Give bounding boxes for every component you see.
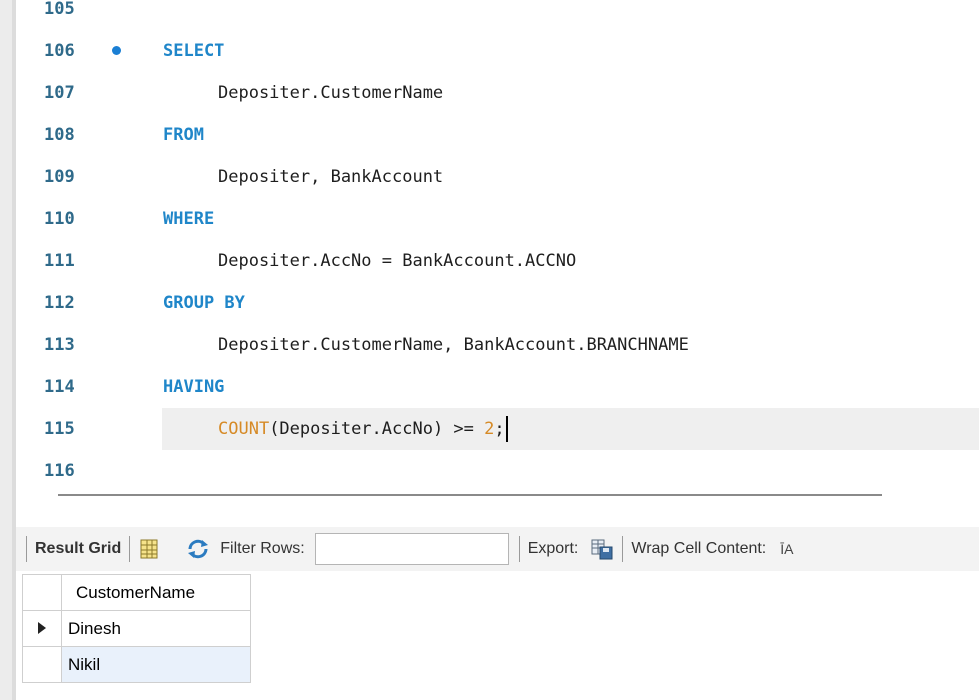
export-icon[interactable] [590,538,613,560]
column-header[interactable]: CustomerName [61,574,251,611]
toolbar-separator [26,536,27,562]
wrap-cell-label: Wrap Cell Content: [631,540,767,557]
result-grid-tab[interactable]: Result Grid [35,540,121,558]
grid-corner-cell[interactable] [22,574,62,611]
left-gutter-bar [0,0,16,700]
code-text: FROM [163,114,204,156]
code-line[interactable]: 112 GROUP BY [16,282,979,324]
code-token: GROUP BY [163,293,245,313]
code-line[interactable]: 115 COUNT(Depositer.AccNo) >= 2; [16,408,979,450]
result-grid: CustomerName Dinesh Nikil [22,574,251,683]
toolbar-separator [622,536,624,562]
code-token: HAVING [163,377,225,397]
line-number: 107 [44,83,75,103]
code-text: HAVING [163,366,224,408]
code-line[interactable]: 107 Depositer.CustomerName [16,72,979,114]
line-number: 113 [44,335,75,355]
row-header[interactable] [22,610,62,647]
line-number: 105 [44,0,75,19]
line-number: 110 [44,209,75,229]
table-cell[interactable]: Dinesh [61,610,251,647]
line-number: 108 [44,125,75,145]
text-caret [505,416,508,442]
refresh-icon[interactable] [186,538,209,560]
toolbar-separator [518,536,520,562]
filter-rows-input[interactable] [314,533,509,565]
code-text: GROUP BY [163,282,245,324]
grid-layout-icon[interactable] [138,538,160,560]
statement-marker-icon [112,46,121,55]
line-number: 112 [44,293,75,313]
line-number: 114 [44,377,75,397]
code-line[interactable]: 111 Depositer.AccNo = BankAccount.ACCNO [16,240,979,282]
code-token: ; [494,419,505,439]
code-line[interactable]: 114 HAVING [16,366,979,408]
code-token: Depositer, BankAccount [218,167,444,187]
result-toolbar: Result Grid Filter Rows: Export: Wrap Ce… [16,527,979,571]
line-number: 115 [44,419,75,439]
code-text: Depositer.CustomerName, BankAccount.BRAN… [218,324,689,366]
code-token: WHERE [163,209,215,229]
export-label: Export: [527,540,579,557]
code-text: Depositer, BankAccount [218,156,443,198]
code-token: COUNT [218,419,270,439]
code-line[interactable]: 116 [16,450,979,482]
code-text: Depositer.AccNo = BankAccount.ACCNO [218,240,576,282]
line-number: 109 [44,167,75,187]
grid-header-row: CustomerName [22,574,251,611]
code-token: 2 [484,419,495,439]
row-header[interactable] [22,646,62,683]
code-text: SELECT [163,30,224,72]
code-line[interactable]: 106 SELECT [16,30,979,72]
code-token: Depositer.CustomerName, BankAccount.BRAN… [218,335,689,355]
code-line[interactable]: 105 [16,0,979,30]
sql-editor[interactable]: 105 106 SELECT 107 Depositer.CustomerName 108… [16,0,979,482]
code-token: SELECT [163,41,225,61]
code-token: Depositer.AccNo = BankAccount.ACCNO [218,251,577,271]
line-number: 111 [44,251,75,271]
row-pointer-icon [38,621,46,634]
toolbar-separator [129,536,131,562]
filter-rows-label: Filter Rows: [220,540,305,557]
code-token: FROM [163,125,204,145]
code-token: (Depositer.AccNo) >= [269,419,485,439]
code-line[interactable]: 110 WHERE [16,198,979,240]
wrap-cell-icon[interactable]: ĪA [780,541,793,557]
table-row[interactable]: Nikil [22,646,251,683]
code-line[interactable]: 109 Depositer, BankAccount [16,156,979,198]
code-text: Depositer.CustomerName [218,72,443,114]
code-line[interactable]: 113 Depositer.CustomerName, BankAccount.B… [16,324,979,366]
code-text: COUNT(Depositer.AccNo) >= 2; [218,408,508,450]
code-token: Depositer.CustomerName [218,83,444,103]
table-row[interactable]: Dinesh [22,610,251,647]
line-number: 116 [44,461,75,481]
code-text: WHERE [163,198,214,240]
pane-splitter[interactable] [58,494,882,496]
table-cell[interactable]: Nikil [61,646,251,683]
line-number: 106 [44,41,75,61]
code-line[interactable]: 108 FROM [16,114,979,156]
